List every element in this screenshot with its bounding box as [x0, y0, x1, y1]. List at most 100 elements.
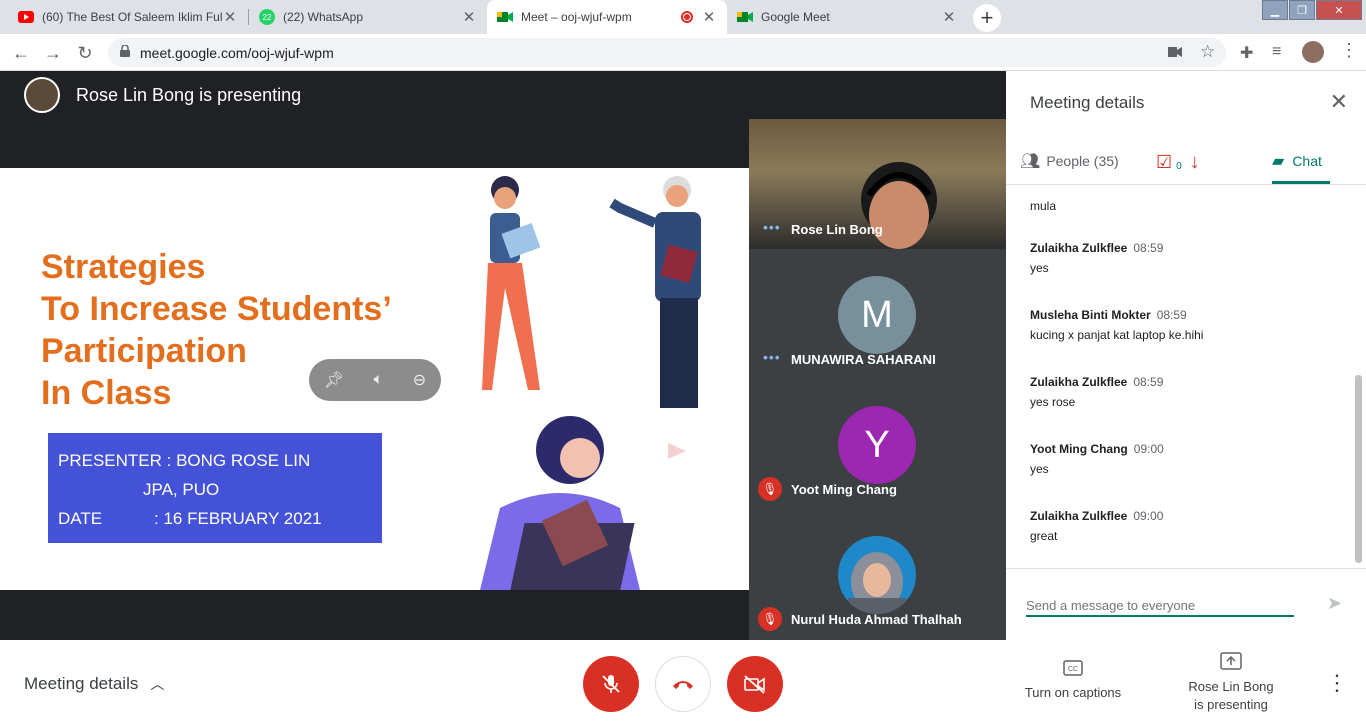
profile-avatar[interactable] — [1302, 41, 1324, 63]
url-text: meet.google.com/ooj-wjuf-wpm — [140, 44, 334, 61]
presenting-text: Rose Lin Bong is presenting — [76, 84, 302, 105]
chevron-up-icon: ︿ — [150, 676, 165, 692]
more-menu-icon[interactable]: ⋮ — [1340, 40, 1358, 61]
chat-scrollbar[interactable] — [1355, 375, 1362, 563]
chat-message: Zulaikha Zulkflee 09:00 great — [1030, 509, 1340, 543]
microphone-toggle-button[interactable] — [583, 656, 639, 712]
tab-people[interactable]: 👥︎ People (35) — [1020, 151, 1119, 171]
participant-avatar: Y — [838, 406, 916, 484]
message-time: 09:00 — [1133, 509, 1164, 523]
new-tab-button[interactable]: + — [973, 4, 1001, 32]
tab-google-meet[interactable]: Google Meet ✕ — [727, 0, 967, 34]
maximize-button[interactable]: ❐ — [1289, 0, 1315, 20]
tab-tasks[interactable]: ☑︎ 0 ↓ — [1156, 151, 1200, 174]
close-icon[interactable]: ✕ — [461, 8, 477, 26]
lock-icon — [120, 43, 130, 62]
send-icon[interactable]: ➤ — [1327, 593, 1342, 614]
participant-grid: ••• Rose Lin Bong M ••• MUNAWIRA SAHARAN… — [749, 119, 1006, 640]
close-icon[interactable]: ✕ — [701, 8, 717, 26]
tasks-count: 0 — [1176, 161, 1182, 172]
panel-title: Meeting details — [1030, 93, 1145, 112]
tab-strip: (60) The Best Of Saleem Iklim Full ✕ 22 … — [0, 0, 1366, 34]
extensions-icon[interactable]: ✚ — [1240, 43, 1253, 63]
camera-off-icon — [744, 675, 765, 694]
meeting-stage: Rose Lin Bong is presenting Strategies T… — [0, 71, 1006, 640]
people-icon: 👥︎ — [1020, 153, 1041, 170]
captions-button[interactable]: CC Turn on captions — [1016, 660, 1130, 702]
tab-label: (60) The Best Of Saleem Iklim Full — [42, 10, 222, 24]
tab-label: (22) WhatsApp — [283, 10, 364, 24]
participant-tile[interactable]: Y 🎙︎ Yoot Ming Chang — [749, 379, 1006, 509]
close-icon[interactable]: ✕ — [222, 8, 238, 26]
arrow-down-icon: ↓ — [1189, 151, 1200, 173]
participant-name: Rose Lin Bong — [791, 222, 883, 237]
chat-message: Zulaikha Zulkflee 08:59 yes rose — [1030, 375, 1340, 409]
minimize-button[interactable]: ▁ — [1262, 0, 1288, 20]
shared-slide: Strategies To Increase Students’ Partici… — [0, 168, 749, 590]
tab-meet-active[interactable]: Meet – ooj-wjuf-wpm ✕ — [487, 0, 727, 34]
presenting-label-line2: is presenting — [1194, 697, 1268, 712]
media-control-icon[interactable]: ≡ — [1272, 43, 1281, 61]
chat-message: Zulaikha Zulkflee 08:59 yes — [1030, 241, 1340, 275]
message-time: 08:59 — [1133, 375, 1164, 389]
participant-tile[interactable]: 🎙︎ Nurul Huda Ahmad Thalhah — [749, 509, 1006, 639]
message-sender: Zulaikha Zulkflee — [1030, 509, 1128, 523]
speaking-indicator-icon: ••• — [763, 349, 781, 365]
message-time: 08:59 — [1156, 308, 1187, 322]
mic-off-icon — [602, 675, 620, 693]
window-close-button[interactable]: ✕ — [1316, 0, 1362, 20]
pin-icon[interactable]: 📌︎ — [324, 370, 344, 390]
message-text: kucing x panjat kat laptop ke.hihi — [1030, 328, 1204, 342]
camera-toggle-button[interactable] — [727, 656, 783, 712]
chat-message: mula — [1030, 193, 1340, 213]
svg-text:22: 22 — [263, 13, 272, 22]
tasks-icon: ☑︎ — [1156, 152, 1173, 172]
bookmark-star-icon[interactable]: ☆ — [1200, 42, 1215, 62]
back-button[interactable]: ← — [8, 40, 34, 66]
presentation-controls: 📌︎ 🔈︎ ⊖ — [309, 359, 441, 401]
chat-messages: mula Zulaikha Zulkflee 08:59 yes Musleha … — [1030, 185, 1346, 565]
participant-avatar: M — [838, 276, 916, 354]
participant-name: Nurul Huda Ahmad Thalhah — [791, 612, 962, 627]
chat-message-input[interactable] — [1026, 595, 1294, 617]
message-sender: Zulaikha Zulkflee — [1030, 241, 1128, 255]
meeting-details-label: Meeting details — [24, 674, 139, 693]
tab-people-label: People (35) — [1046, 153, 1119, 169]
volume-icon[interactable]: 🔈︎ — [374, 371, 384, 389]
meet-icon — [737, 9, 753, 25]
presenting-status-button[interactable]: Rose Lin Bong is presenting — [1176, 652, 1286, 714]
reload-button[interactable]: ↻ — [72, 40, 98, 66]
chat-compose: ➤ — [1006, 568, 1366, 640]
forward-button[interactable]: → — [40, 40, 66, 66]
message-text: yes — [1030, 462, 1049, 476]
mic-off-icon: 🎙︎ — [758, 477, 782, 501]
close-icon[interactable]: ✕ — [941, 8, 957, 26]
chat-icon: ▰ — [1272, 153, 1285, 170]
tab-chat[interactable]: ▰ Chat — [1272, 151, 1322, 171]
message-text: yes rose — [1030, 395, 1076, 409]
youtube-icon — [18, 9, 34, 25]
more-options-icon[interactable]: ⋮ — [1326, 670, 1348, 696]
message-text: great — [1030, 529, 1058, 543]
panel-tabs: 👥︎ People (35) ☑︎ 0 ↓ ▰ Chat — [1006, 141, 1366, 185]
remove-icon[interactable]: ⊖ — [413, 370, 426, 390]
message-text: yes — [1030, 261, 1049, 275]
chat-message: Musleha Binti Mokter 08:59 kucing x panja… — [1030, 308, 1340, 342]
camera-icon[interactable] — [1168, 44, 1182, 60]
leave-call-button[interactable] — [655, 656, 711, 712]
tab-youtube[interactable]: (60) The Best Of Saleem Iklim Full ✕ — [8, 0, 248, 34]
participant-tile[interactable]: M ••• MUNAWIRA SAHARANI — [749, 249, 1006, 379]
participant-tile[interactable]: ••• Rose Lin Bong — [749, 119, 1006, 249]
message-sender: Yoot Ming Chang — [1030, 442, 1128, 456]
meeting-details-toggle[interactable]: Meeting details ︿ — [24, 674, 164, 694]
hang-up-icon — [673, 681, 693, 689]
presenting-label-line1: Rose Lin Bong — [1188, 679, 1274, 694]
close-panel-button[interactable]: ✕ — [1330, 89, 1348, 115]
presenting-banner: Rose Lin Bong is presenting — [0, 71, 1006, 119]
participant-name: MUNAWIRA SAHARANI — [791, 352, 936, 367]
tab-whatsapp[interactable]: 22 (22) WhatsApp ✕ — [249, 0, 487, 34]
tab-chat-label: Chat — [1292, 153, 1322, 169]
meeting-controls-bar: Meeting details ︿ CC Turn on captions Ro… — [0, 640, 1366, 728]
address-bar[interactable]: meet.google.com/ooj-wjuf-wpm ☆ — [108, 38, 1226, 67]
present-screen-icon — [1176, 652, 1286, 674]
